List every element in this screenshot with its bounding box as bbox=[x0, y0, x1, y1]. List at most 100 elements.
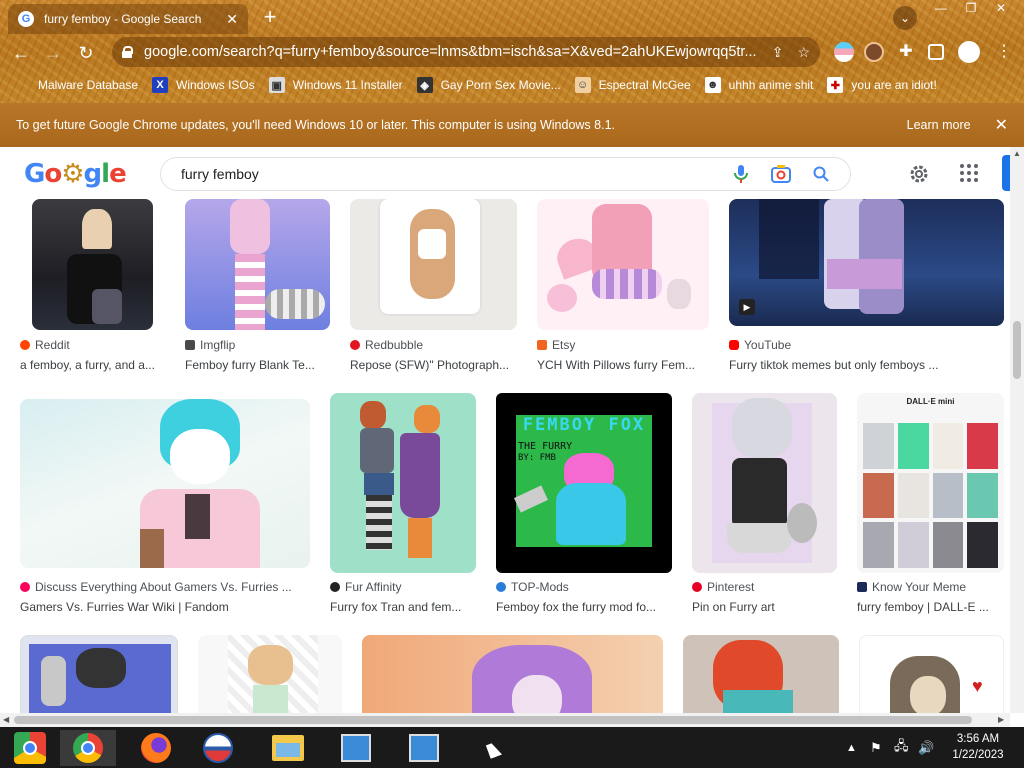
account-avatar-icon[interactable] bbox=[958, 41, 980, 63]
result-caption[interactable]: YCH With Pillows furry Fem... bbox=[537, 358, 702, 372]
menu-dots-icon[interactable]: ⋮ bbox=[994, 42, 1014, 62]
result-source[interactable]: Discuss Everything About Gamers Vs. Furr… bbox=[20, 580, 292, 594]
result-source[interactable]: Pinterest bbox=[692, 580, 754, 594]
result-source[interactable]: Reddit bbox=[20, 338, 70, 352]
volume-icon[interactable]: 🔊 bbox=[918, 727, 934, 768]
blank-page-icon bbox=[14, 77, 30, 93]
result-thumbnail[interactable] bbox=[20, 635, 178, 713]
bookmark-label: Windows 11 Installer bbox=[292, 78, 403, 92]
search-box[interactable]: furry femboy bbox=[160, 157, 851, 191]
result-thumbnail[interactable] bbox=[185, 199, 330, 330]
result-thumbnail[interactable] bbox=[198, 635, 342, 713]
result-caption[interactable]: Femboy fox the furry mod fo... bbox=[496, 600, 666, 614]
taskbar-network-app-2[interactable] bbox=[396, 730, 452, 766]
bookmark-you-are-an-idiot[interactable]: ✚ you are an idiot! bbox=[827, 77, 937, 93]
scroll-up-icon[interactable]: ▲ bbox=[1013, 149, 1021, 158]
show-hidden-icons[interactable]: ▲ bbox=[846, 727, 857, 768]
horizontal-scroll-thumb[interactable] bbox=[14, 716, 972, 724]
scroll-right-icon[interactable]: ▶ bbox=[998, 715, 1004, 724]
tab-close-icon[interactable]: ✕ bbox=[226, 11, 238, 28]
action-center-flag-icon[interactable]: ⚑ bbox=[870, 727, 882, 768]
taskbar-firefox[interactable] bbox=[128, 730, 184, 766]
browser-tab[interactable]: G furry femboy - Google Search ✕ bbox=[8, 4, 248, 34]
profile-extension-icon[interactable] bbox=[864, 42, 884, 62]
windows-taskbar: ▲ ⚑ 🖧 🔊 3:56 AM 1/22/2023 bbox=[0, 727, 1024, 768]
system-clock[interactable]: 3:56 AM 1/22/2023 bbox=[940, 731, 1016, 763]
extensions-puzzle-icon[interactable]: ✚ bbox=[896, 42, 916, 62]
anime-face-icon: ☻ bbox=[704, 77, 721, 93]
result-thumbnail[interactable]: ▶ bbox=[729, 199, 1004, 326]
result-source[interactable]: Fur Affinity bbox=[330, 580, 401, 594]
scroll-left-icon[interactable]: ◀ bbox=[3, 715, 9, 724]
bookmark-windows-isos[interactable]: X Windows ISOs bbox=[152, 77, 255, 93]
computer-network-icon bbox=[341, 734, 371, 762]
lens-camera-icon[interactable] bbox=[770, 163, 792, 185]
bookmark-star-icon[interactable]: ☆ bbox=[797, 44, 810, 61]
address-bar[interactable]: google.com/search?q=furry+femboy&source=… bbox=[112, 37, 820, 67]
result-thumbnail[interactable]: FEMBOY FOX THE FURRY BY: FMB bbox=[496, 393, 672, 573]
vertical-scroll-thumb[interactable] bbox=[1013, 321, 1021, 379]
infobar-close-icon[interactable]: ✕ bbox=[995, 115, 1008, 135]
search-input[interactable]: furry femboy bbox=[181, 166, 730, 182]
google-logo[interactable]: Go⚙gle bbox=[24, 159, 127, 189]
result-thumbnail[interactable] bbox=[683, 635, 839, 713]
bookmark-windows-11-installer[interactable]: ▣ Windows 11 Installer bbox=[268, 77, 403, 93]
taskbar-obama[interactable] bbox=[190, 730, 246, 766]
result-caption[interactable]: Furry tiktok memes but only femboys ... bbox=[729, 358, 969, 372]
bookmark-malware-database[interactable]: Malware Database bbox=[14, 77, 138, 93]
result-source[interactable]: YouTube bbox=[729, 338, 791, 352]
result-thumbnail[interactable] bbox=[32, 199, 153, 330]
search-icon[interactable] bbox=[810, 163, 832, 185]
restore-button[interactable]: ❐ bbox=[956, 0, 986, 18]
result-caption[interactable]: furry femboy | DALL-E ... bbox=[857, 600, 997, 614]
result-thumbnail[interactable] bbox=[692, 393, 837, 573]
taskbar-file-explorer[interactable] bbox=[260, 730, 316, 766]
back-button[interactable]: ← bbox=[8, 40, 34, 66]
taskbar-chrome[interactable] bbox=[60, 730, 116, 766]
result-source[interactable]: Imgflip bbox=[185, 338, 235, 352]
reload-button[interactable]: ↻ bbox=[73, 40, 99, 66]
share-icon[interactable]: ⇪ bbox=[772, 44, 784, 61]
bookmark-gay-porn-sex-movie[interactable]: ◈ Gay Porn Sex Movie... bbox=[416, 77, 561, 93]
result-caption[interactable]: Repose (SFW)" Photograph... bbox=[350, 358, 515, 372]
learn-more-link[interactable]: Learn more bbox=[907, 118, 971, 132]
bookmark-label: Espectral McGee bbox=[598, 78, 691, 92]
result-thumbnail[interactable] bbox=[20, 399, 310, 568]
result-caption[interactable]: Femboy furry Blank Te... bbox=[185, 358, 320, 372]
url-text: google.com/search?q=furry+femboy&source=… bbox=[144, 44, 757, 60]
result-caption[interactable]: Furry fox Tran and fem... bbox=[330, 600, 470, 614]
result-source[interactable]: TOP-Mods bbox=[496, 580, 569, 594]
bookmark-espectral-mcgee[interactable]: ☺ Espectral McGee bbox=[574, 77, 691, 93]
google-apps-icon[interactable] bbox=[960, 164, 978, 182]
new-tab-button[interactable]: + bbox=[258, 6, 282, 30]
forward-button[interactable]: → bbox=[40, 40, 66, 66]
result-thumbnail[interactable]: ♥ bbox=[859, 635, 1004, 713]
result-thumbnail[interactable] bbox=[350, 199, 517, 330]
result-thumbnail[interactable] bbox=[362, 635, 663, 713]
side-panel-icon[interactable] bbox=[928, 44, 944, 60]
result-thumbnail[interactable] bbox=[330, 393, 476, 573]
bookmark-label: you are an idiot! bbox=[851, 78, 937, 92]
result-source[interactable]: Know Your Meme bbox=[857, 580, 966, 594]
network-icon[interactable]: 🖧 bbox=[894, 727, 909, 768]
start-button[interactable] bbox=[2, 730, 58, 766]
vertical-scrollbar[interactable]: ▲ bbox=[1010, 147, 1024, 713]
youtube-icon bbox=[729, 340, 739, 350]
result-caption[interactable]: Gamers Vs. Furries War Wiki | Fandom bbox=[20, 600, 310, 614]
close-window-button[interactable]: ✕ bbox=[986, 0, 1016, 18]
horizontal-scrollbar[interactable]: ◀ ▶ bbox=[0, 713, 1010, 727]
microphone-icon[interactable] bbox=[730, 163, 752, 185]
result-source[interactable]: Etsy bbox=[537, 338, 575, 352]
taskbar-network-app-1[interactable] bbox=[328, 730, 384, 766]
result-thumbnail[interactable] bbox=[537, 199, 709, 330]
sign-in-button[interactable] bbox=[1002, 155, 1010, 191]
bookmark-uhhh-anime[interactable]: ☻ uhhh anime shit bbox=[704, 77, 813, 93]
result-caption[interactable]: Pin on Furry art bbox=[692, 600, 832, 614]
result-source[interactable]: Redbubble bbox=[350, 338, 423, 352]
result-caption[interactable]: a femboy, a furry, and a... bbox=[20, 358, 160, 372]
settings-gear-icon[interactable] bbox=[908, 163, 930, 185]
trans-flag-extension-icon[interactable] bbox=[834, 42, 854, 62]
minimize-button[interactable]: — bbox=[926, 0, 956, 18]
tab-search-button[interactable]: ⌄ bbox=[893, 6, 917, 30]
result-thumbnail[interactable]: DALL·E mini bbox=[857, 393, 1004, 573]
